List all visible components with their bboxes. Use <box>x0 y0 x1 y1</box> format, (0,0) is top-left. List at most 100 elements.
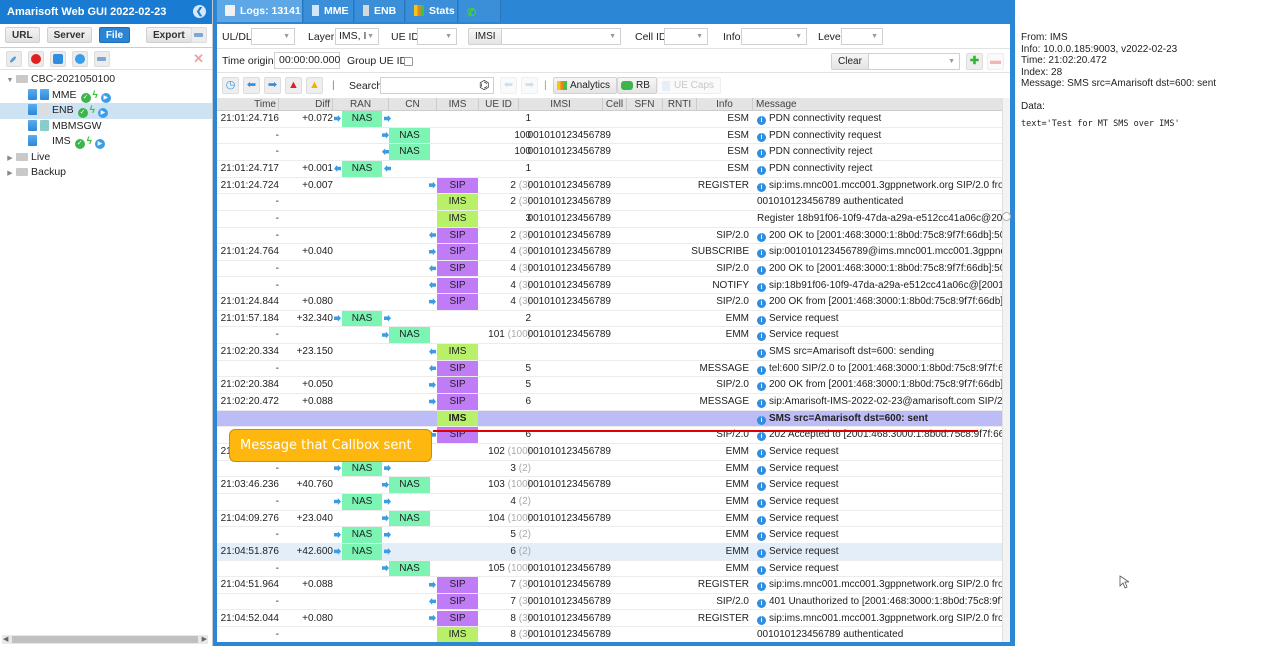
log-row[interactable]: - NAS 100 001010123456789 ESM i PDN connectivi… <box>217 127 1002 145</box>
scrollbar-thumb[interactable] <box>12 636 198 643</box>
analytics-button[interactable]: Analytics <box>553 77 618 94</box>
tree-folder[interactable]: ▶ Backup <box>0 165 212 181</box>
play-icon[interactable]: ▶ <box>97 108 108 118</box>
tree-folder[interactable]: ▶ Live <box>0 150 212 166</box>
tree-node[interactable]: MME ✓ ϟ ▶ <box>0 88 212 104</box>
tree-node[interactable]: IMS ✓ ϟ ▶ <box>0 134 212 150</box>
log-row[interactable]: - NAS 105 (100) 001010123456789 EMM i Service … <box>217 560 1002 578</box>
info-icon[interactable]: i <box>757 132 766 142</box>
info-icon[interactable]: i <box>757 116 766 125</box>
binoculars-icon[interactable]: ⌬ <box>479 77 489 93</box>
log-row[interactable]: 21:02:20.334 +23.150 IMS i SMS src=Amarisoft… <box>217 344 1002 361</box>
group-ueid-checkbox[interactable] <box>404 57 413 66</box>
play-icon[interactable]: ▶ <box>100 92 111 103</box>
search-prev-icon[interactable]: ⬅ <box>500 77 517 94</box>
info-icon[interactable]: i <box>757 515 766 525</box>
log-row[interactable]: 21:01:24.716 +0.072 NAS 1 ESM i PDN connectivi… <box>217 111 1002 128</box>
info-icon[interactable]: i <box>757 265 766 275</box>
expand-down-icon[interactable]: ▼ <box>6 73 14 89</box>
col-cell[interactable]: Cell <box>603 98 627 111</box>
filter-preset-select[interactable]: ▼ <box>868 53 960 70</box>
col-ran[interactable]: RAN <box>333 98 389 111</box>
info-icon[interactable]: i <box>757 182 766 192</box>
info-icon[interactable]: i <box>757 465 766 475</box>
log-row[interactable]: 21:01:57.184 +32.340 NAS 2 EMM i Service reque… <box>217 310 1002 328</box>
warning-icon[interactable]: ▲ <box>306 77 323 94</box>
file-button[interactable]: File <box>98 27 131 43</box>
info-icon[interactable]: i <box>757 382 766 392</box>
col-time[interactable]: Time <box>217 98 279 111</box>
scrollbar-thumb[interactable] <box>1002 212 1011 221</box>
time-origin-input[interactable]: 00:00:00.000 <box>274 52 340 69</box>
info-icon[interactable]: i <box>757 432 766 442</box>
server-button[interactable]: Server <box>46 27 92 43</box>
info-icon[interactable]: i <box>757 482 766 492</box>
info-icon[interactable]: i <box>757 532 766 542</box>
tree-node[interactable]: MBMSGW <box>0 119 212 135</box>
tab-enb[interactable]: ENB <box>355 0 405 22</box>
info-icon[interactable]: i <box>757 415 766 425</box>
info-icon[interactable]: i <box>757 615 766 625</box>
info-icon[interactable]: i <box>757 565 766 575</box>
pause-icon[interactable] <box>72 51 89 67</box>
export-button[interactable]: Export <box>146 27 192 43</box>
col-imsi[interactable]: IMSI <box>519 98 603 111</box>
col-cn[interactable]: CN <box>389 98 437 111</box>
info-icon[interactable]: i <box>757 249 766 259</box>
col-diff[interactable]: Diff <box>279 98 333 111</box>
rb-button[interactable]: RB <box>617 77 657 94</box>
col-rnti[interactable]: RNTI <box>663 98 697 111</box>
tab-logs[interactable]: Logs: 13141 <box>217 0 303 22</box>
info-icon[interactable]: i <box>757 365 766 375</box>
wrench-icon[interactable] <box>6 51 22 67</box>
log-row[interactable]: 21:04:51.964 +0.088 SIP 7 (3) 00101012345678… <box>217 577 1002 594</box>
info-select[interactable]: ▼ <box>741 28 807 45</box>
cellid-select[interactable]: ▼ <box>664 28 708 45</box>
tree-folder[interactable]: ▼ CBC-2021050100 <box>0 72 212 88</box>
info-icon[interactable]: i <box>757 582 766 592</box>
col-ueid[interactable]: UE ID <box>479 98 519 111</box>
log-row[interactable]: 21:02:20.472 +0.088 SIP 6 MESSAGE i sip:Amaris… <box>217 394 1002 411</box>
log-row[interactable]: - IMS 8 (3) 001010123456789 001010123456789 … <box>217 627 1002 642</box>
col-ims[interactable]: IMS <box>437 98 479 111</box>
search-input[interactable] <box>380 77 494 94</box>
play-icon[interactable]: ▶ <box>94 139 105 149</box>
log-row[interactable]: 21:01:24.844 +0.080 SIP 4 (3) 00101012345678… <box>217 294 1002 311</box>
ue-caps-button[interactable]: UE Caps <box>657 77 722 94</box>
log-row[interactable]: - NAS 100 001010123456789 ESM i PDN connectivi… <box>217 144 1002 161</box>
layer-select[interactable]: IMS, I ▼ <box>335 28 379 45</box>
log-row[interactable]: - IMS 3 001010123456789 Register 18b91f06-10… <box>217 210 1002 228</box>
tree-node[interactable]: ENB ✓ ϟ ▶ <box>0 103 212 119</box>
info-icon[interactable]: i <box>757 315 766 325</box>
plug-icon[interactable] <box>94 51 111 67</box>
info-icon[interactable]: i <box>757 349 766 359</box>
scroll-left-icon[interactable]: ◀ <box>3 635 8 644</box>
uldl-select[interactable]: ▼ <box>251 28 295 45</box>
info-icon[interactable]: i <box>757 332 766 342</box>
log-row[interactable]: 21:02:20.384 +0.050 SIP 5 SIP/2.0 i 200 OK fro… <box>217 377 1002 395</box>
info-icon[interactable]: i <box>757 399 766 409</box>
stop-icon[interactable] <box>28 51 45 67</box>
imsi-select[interactable]: ▼ <box>501 28 621 45</box>
tab-mme[interactable]: MME <box>304 0 354 22</box>
log-row[interactable]: - SIP 4 (3) 001010123456789 NOTIFY i sip:18b91… <box>217 277 1002 295</box>
clear-button[interactable]: Clear <box>831 53 869 70</box>
info-icon[interactable]: i <box>757 165 766 175</box>
log-row[interactable]: 21:01:24.724 +0.007 SIP 2 (3) 00101012345678… <box>217 177 1002 195</box>
arrow-left-icon[interactable]: ⬅ <box>243 77 260 94</box>
info-icon[interactable]: i <box>757 282 766 292</box>
error-icon[interactable]: ▲ <box>285 77 302 94</box>
horizontal-scrollbar[interactable]: ◀ ▶ <box>2 635 208 644</box>
info-icon[interactable]: i <box>757 498 766 508</box>
col-sfn[interactable]: SFN <box>627 98 663 111</box>
log-row[interactable]: - IMS 2 (3) 001010123456789 001010123456789 … <box>217 194 1002 211</box>
search-next-icon[interactable]: ➡ <box>521 77 538 94</box>
info-icon[interactable]: i <box>757 299 766 309</box>
col-info[interactable]: Info <box>697 98 753 111</box>
refresh-icon[interactable] <box>50 51 67 67</box>
info-icon[interactable]: i <box>757 598 766 608</box>
level-select[interactable]: ▼ <box>841 28 883 45</box>
log-row[interactable]: 21:04:51.876 +42.600 NAS 6 (2) EMM i Service r… <box>217 543 1002 561</box>
remove-filter-icon[interactable]: ▬ <box>987 53 1004 70</box>
vertical-scrollbar[interactable] <box>1002 98 1011 642</box>
